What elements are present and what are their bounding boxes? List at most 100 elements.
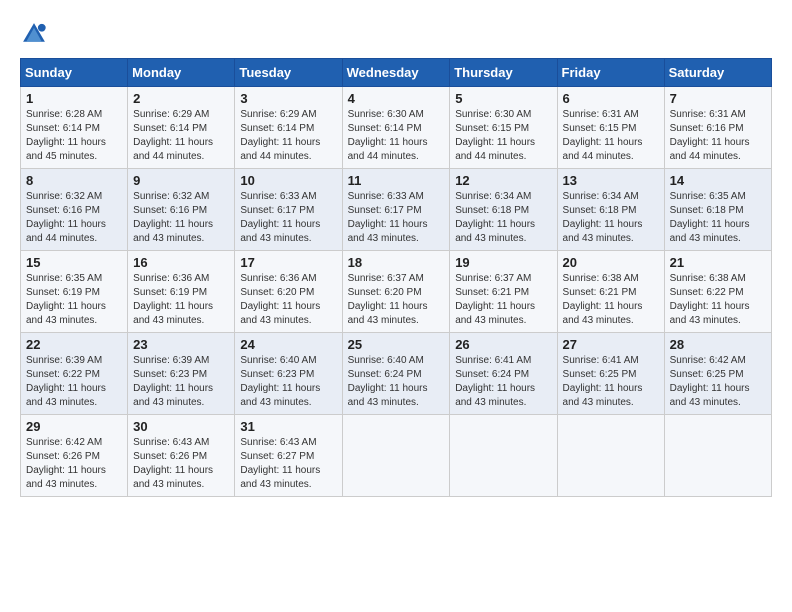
cell-info: Sunrise: 6:42 AMSunset: 6:26 PMDaylight:… [26,437,106,490]
table-row: 24 Sunrise: 6:40 AMSunset: 6:23 PMDaylig… [235,333,342,415]
day-number: 10 [240,173,336,188]
day-number: 4 [348,91,445,106]
table-row: 9 Sunrise: 6:32 AMSunset: 6:16 PMDayligh… [128,169,235,251]
cell-info: Sunrise: 6:40 AMSunset: 6:24 PMDaylight:… [348,355,428,408]
cell-info: Sunrise: 6:38 AMSunset: 6:22 PMDaylight:… [670,273,750,326]
cell-info: Sunrise: 6:29 AMSunset: 6:14 PMDaylight:… [240,109,320,162]
table-row: 7 Sunrise: 6:31 AMSunset: 6:16 PMDayligh… [664,87,771,169]
day-number: 2 [133,91,229,106]
day-number: 20 [563,255,659,270]
cell-info: Sunrise: 6:37 AMSunset: 6:20 PMDaylight:… [348,273,428,326]
cell-info: Sunrise: 6:31 AMSunset: 6:16 PMDaylight:… [670,109,750,162]
table-row: 29 Sunrise: 6:42 AMSunset: 6:26 PMDaylig… [21,415,128,497]
calendar-week-row: 8 Sunrise: 6:32 AMSunset: 6:16 PMDayligh… [21,169,772,251]
table-row: 27 Sunrise: 6:41 AMSunset: 6:25 PMDaylig… [557,333,664,415]
day-number: 23 [133,337,229,352]
cell-info: Sunrise: 6:32 AMSunset: 6:16 PMDaylight:… [26,191,106,244]
cell-info: Sunrise: 6:30 AMSunset: 6:14 PMDaylight:… [348,109,428,162]
calendar-week-row: 1 Sunrise: 6:28 AMSunset: 6:14 PMDayligh… [21,87,772,169]
day-number: 19 [455,255,551,270]
cell-info: Sunrise: 6:28 AMSunset: 6:14 PMDaylight:… [26,109,106,162]
cell-info: Sunrise: 6:30 AMSunset: 6:15 PMDaylight:… [455,109,535,162]
day-number: 3 [240,91,336,106]
day-number: 21 [670,255,766,270]
day-header-wednesday: Wednesday [342,59,450,87]
table-row: 23 Sunrise: 6:39 AMSunset: 6:23 PMDaylig… [128,333,235,415]
calendar-week-row: 22 Sunrise: 6:39 AMSunset: 6:22 PMDaylig… [21,333,772,415]
day-number: 14 [670,173,766,188]
cell-info: Sunrise: 6:36 AMSunset: 6:19 PMDaylight:… [133,273,213,326]
day-number: 27 [563,337,659,352]
day-number: 1 [26,91,122,106]
table-row: 5 Sunrise: 6:30 AMSunset: 6:15 PMDayligh… [450,87,557,169]
table-row: 22 Sunrise: 6:39 AMSunset: 6:22 PMDaylig… [21,333,128,415]
table-row [450,415,557,497]
table-row: 13 Sunrise: 6:34 AMSunset: 6:18 PMDaylig… [557,169,664,251]
cell-info: Sunrise: 6:33 AMSunset: 6:17 PMDaylight:… [240,191,320,244]
day-number: 16 [133,255,229,270]
day-number: 15 [26,255,122,270]
cell-info: Sunrise: 6:38 AMSunset: 6:21 PMDaylight:… [563,273,643,326]
table-row: 28 Sunrise: 6:42 AMSunset: 6:25 PMDaylig… [664,333,771,415]
day-number: 13 [563,173,659,188]
cell-info: Sunrise: 6:43 AMSunset: 6:26 PMDaylight:… [133,437,213,490]
days-header-row: SundayMondayTuesdayWednesdayThursdayFrid… [21,59,772,87]
cell-info: Sunrise: 6:34 AMSunset: 6:18 PMDaylight:… [563,191,643,244]
logo-icon [20,20,48,48]
table-row: 10 Sunrise: 6:33 AMSunset: 6:17 PMDaylig… [235,169,342,251]
day-number: 26 [455,337,551,352]
day-number: 24 [240,337,336,352]
cell-info: Sunrise: 6:39 AMSunset: 6:23 PMDaylight:… [133,355,213,408]
day-number: 6 [563,91,659,106]
day-number: 7 [670,91,766,106]
table-row: 31 Sunrise: 6:43 AMSunset: 6:27 PMDaylig… [235,415,342,497]
day-number: 8 [26,173,122,188]
day-number: 11 [348,173,445,188]
day-header-friday: Friday [557,59,664,87]
table-row [342,415,450,497]
cell-info: Sunrise: 6:36 AMSunset: 6:20 PMDaylight:… [240,273,320,326]
table-row: 2 Sunrise: 6:29 AMSunset: 6:14 PMDayligh… [128,87,235,169]
table-row: 21 Sunrise: 6:38 AMSunset: 6:22 PMDaylig… [664,251,771,333]
cell-info: Sunrise: 6:41 AMSunset: 6:25 PMDaylight:… [563,355,643,408]
table-row: 3 Sunrise: 6:29 AMSunset: 6:14 PMDayligh… [235,87,342,169]
table-row: 15 Sunrise: 6:35 AMSunset: 6:19 PMDaylig… [21,251,128,333]
day-number: 30 [133,419,229,434]
table-row: 12 Sunrise: 6:34 AMSunset: 6:18 PMDaylig… [450,169,557,251]
table-row [557,415,664,497]
cell-info: Sunrise: 6:42 AMSunset: 6:25 PMDaylight:… [670,355,750,408]
day-number: 5 [455,91,551,106]
table-row: 26 Sunrise: 6:41 AMSunset: 6:24 PMDaylig… [450,333,557,415]
calendar-week-row: 29 Sunrise: 6:42 AMSunset: 6:26 PMDaylig… [21,415,772,497]
table-row: 20 Sunrise: 6:38 AMSunset: 6:21 PMDaylig… [557,251,664,333]
cell-info: Sunrise: 6:40 AMSunset: 6:23 PMDaylight:… [240,355,320,408]
table-row: 18 Sunrise: 6:37 AMSunset: 6:20 PMDaylig… [342,251,450,333]
table-row: 25 Sunrise: 6:40 AMSunset: 6:24 PMDaylig… [342,333,450,415]
day-header-sunday: Sunday [21,59,128,87]
day-header-saturday: Saturday [664,59,771,87]
day-number: 17 [240,255,336,270]
day-number: 12 [455,173,551,188]
cell-info: Sunrise: 6:41 AMSunset: 6:24 PMDaylight:… [455,355,535,408]
table-row: 6 Sunrise: 6:31 AMSunset: 6:15 PMDayligh… [557,87,664,169]
day-number: 22 [26,337,122,352]
day-number: 28 [670,337,766,352]
page-header [20,20,772,48]
cell-info: Sunrise: 6:43 AMSunset: 6:27 PMDaylight:… [240,437,320,490]
calendar-table: SundayMondayTuesdayWednesdayThursdayFrid… [20,58,772,497]
day-number: 9 [133,173,229,188]
day-number: 29 [26,419,122,434]
cell-info: Sunrise: 6:39 AMSunset: 6:22 PMDaylight:… [26,355,106,408]
table-row: 19 Sunrise: 6:37 AMSunset: 6:21 PMDaylig… [450,251,557,333]
table-row: 14 Sunrise: 6:35 AMSunset: 6:18 PMDaylig… [664,169,771,251]
cell-info: Sunrise: 6:33 AMSunset: 6:17 PMDaylight:… [348,191,428,244]
cell-info: Sunrise: 6:35 AMSunset: 6:18 PMDaylight:… [670,191,750,244]
table-row: 1 Sunrise: 6:28 AMSunset: 6:14 PMDayligh… [21,87,128,169]
table-row: 4 Sunrise: 6:30 AMSunset: 6:14 PMDayligh… [342,87,450,169]
day-header-thursday: Thursday [450,59,557,87]
cell-info: Sunrise: 6:35 AMSunset: 6:19 PMDaylight:… [26,273,106,326]
calendar-week-row: 15 Sunrise: 6:35 AMSunset: 6:19 PMDaylig… [21,251,772,333]
day-header-monday: Monday [128,59,235,87]
cell-info: Sunrise: 6:29 AMSunset: 6:14 PMDaylight:… [133,109,213,162]
table-row [664,415,771,497]
